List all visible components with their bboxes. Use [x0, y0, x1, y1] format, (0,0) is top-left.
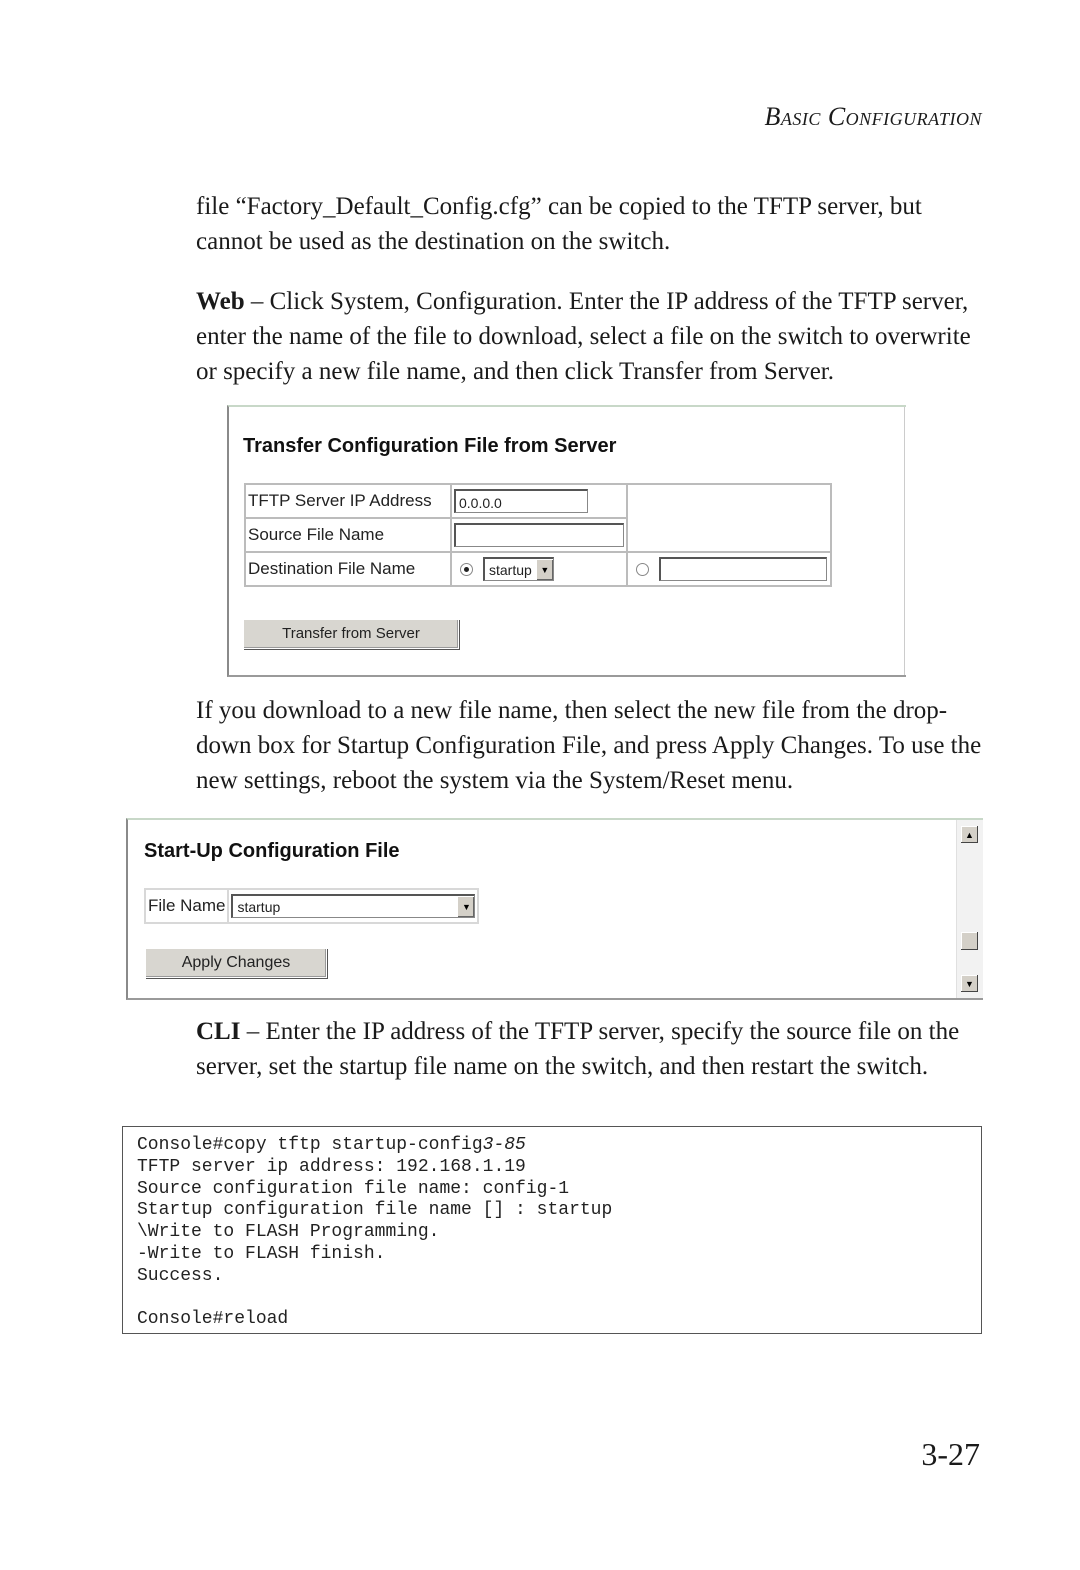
- code-line: Source configuration file name: config-1: [137, 1178, 570, 1199]
- table-row: TFTP Server IP Address 0.0.0.0: [244, 483, 832, 552]
- code-line: Console#reload: [137, 1309, 289, 1330]
- code-line: \Write to FLASH Programming.: [137, 1222, 440, 1243]
- source-file-input[interactable]: [454, 523, 624, 547]
- destination-new-name-input[interactable]: [659, 557, 827, 581]
- destination-file-select[interactable]: startup ▼: [483, 557, 554, 581]
- chevron-down-icon: ▼: [457, 896, 475, 917]
- tftp-ip-input[interactable]: 0.0.0.0: [454, 489, 588, 513]
- web-text: – Click System, Configuration. Enter the…: [196, 288, 971, 385]
- scrollbar-thumb[interactable]: [961, 932, 978, 950]
- destination-new-radio[interactable]: [636, 562, 649, 576]
- file-name-label: File Name: [143, 888, 230, 924]
- apply-changes-button[interactable]: Apply Changes: [145, 948, 327, 978]
- table-row: File Name startup ▼: [143, 888, 480, 924]
- transfer-config-panel: Transfer Configuration File from Server …: [227, 405, 906, 677]
- paragraph-web-instructions: Web – Click System, Configuration. Enter…: [196, 284, 986, 389]
- page-number: 3-27: [921, 1436, 980, 1472]
- scroll-up-icon[interactable]: ▲: [961, 826, 978, 843]
- table-row: Destination File Name startup ▼: [244, 551, 832, 587]
- paragraph-cli-instructions: CLI – Enter the IP address of the TFTP s…: [196, 1014, 986, 1084]
- tftp-ip-label: TFTP Server IP Address: [244, 483, 452, 519]
- code-line: TFTP server ip address: 192.168.1.19: [137, 1156, 526, 1177]
- cross-reference: 3-85: [482, 1135, 526, 1155]
- paragraph-factory-default: file “Factory_Default_Config.cfg” can be…: [196, 193, 922, 255]
- panel-title: Transfer Configuration File from Server: [243, 435, 617, 457]
- vertical-scrollbar[interactable]: ▲ ▼: [956, 820, 983, 998]
- destination-existing-radio[interactable]: [460, 562, 473, 576]
- chevron-down-icon: ▼: [535, 559, 553, 580]
- web-lead: Web: [196, 288, 245, 315]
- scroll-down-icon[interactable]: ▼: [961, 975, 978, 992]
- startup-form-table: File Name startup ▼: [143, 888, 480, 924]
- destination-file-label: Destination File Name: [244, 551, 452, 587]
- transfer-from-server-button[interactable]: Transfer from Server: [243, 619, 459, 649]
- source-file-label: Source File Name: [244, 517, 452, 553]
- code-line: Success.: [137, 1265, 224, 1286]
- code-line: -Write to FLASH finish.: [137, 1243, 386, 1264]
- paragraph-download-new-file: If you download to a new file name, then…: [196, 697, 982, 794]
- transfer-form-table: TFTP Server IP Address 0.0.0.0 Source Fi…: [244, 483, 832, 587]
- code-line: Startup configuration file name [] : sta…: [137, 1200, 613, 1221]
- file-name-select[interactable]: startup ▼: [231, 894, 476, 918]
- panel-title: Start-Up Configuration File: [144, 840, 400, 862]
- cli-text: – Enter the IP address of the TFTP serve…: [196, 1018, 960, 1080]
- scrollbar[interactable]: [904, 407, 908, 675]
- cli-code-block: Console#copy tftp startup-config3-85 TFT…: [122, 1126, 982, 1334]
- running-head: Basic Configuration: [764, 102, 982, 131]
- code-line: Console#copy tftp startup-config3-85: [137, 1135, 526, 1155]
- cli-lead: CLI: [196, 1018, 241, 1045]
- startup-config-panel: Start-Up Configuration File File Name st…: [126, 818, 983, 1000]
